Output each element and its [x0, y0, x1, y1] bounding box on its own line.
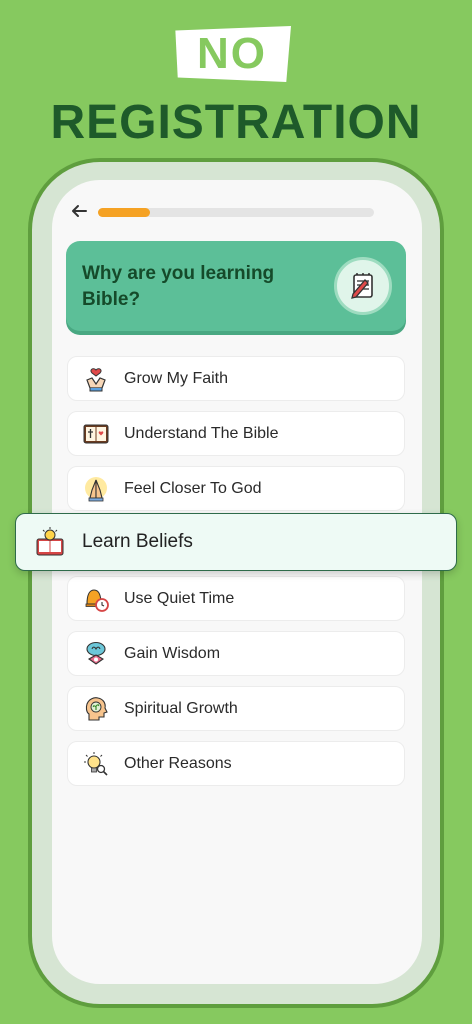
badge-text: NO	[197, 29, 267, 78]
option-use-quiet-time[interactable]: Use Quiet Time	[67, 576, 405, 621]
option-learn-beliefs[interactable]: Learn Beliefs	[15, 513, 457, 571]
no-badge: NO	[175, 26, 291, 82]
open-bible-icon	[82, 420, 110, 448]
head-sprout-icon	[82, 695, 110, 723]
question-card: Why are you learning Bible?	[66, 241, 406, 331]
option-label: Other Reasons	[124, 754, 232, 772]
book-lightbulb-icon	[34, 526, 66, 558]
option-label: Use Quiet Time	[124, 589, 235, 607]
option-label: Feel Closer To God	[124, 479, 262, 497]
bell-clock-icon	[82, 585, 110, 613]
option-label: Grow My Faith	[124, 369, 229, 387]
question-icon-badge	[334, 257, 392, 315]
option-other-reasons[interactable]: Other Reasons	[67, 741, 405, 786]
option-grow-my-faith[interactable]: Grow My Faith	[67, 356, 405, 401]
progress-fill	[98, 208, 151, 217]
arrow-left-icon	[72, 205, 87, 217]
praying-hands-heart-icon	[82, 365, 110, 393]
headline: REGISTRATION	[50, 96, 422, 149]
option-label: Learn Beliefs	[82, 531, 193, 552]
option-label: Gain Wisdom	[124, 644, 221, 662]
option-gain-wisdom[interactable]: Gain Wisdom	[67, 631, 405, 676]
progress-bar	[98, 208, 374, 217]
option-understand-the-bible[interactable]: Understand The Bible	[67, 411, 405, 456]
praying-hands-icon	[82, 475, 110, 503]
lightbulb-search-icon	[82, 750, 110, 778]
brain-idea-icon	[82, 640, 110, 668]
back-button[interactable]	[68, 202, 90, 224]
question-title: Why are you learning Bible?	[82, 263, 275, 310]
option-feel-closer-to-god[interactable]: Feel Closer To God	[67, 466, 405, 511]
notebook-pencil-icon	[351, 273, 373, 299]
option-spiritual-growth[interactable]: Spiritual Growth	[67, 686, 405, 731]
option-label: Spiritual Growth	[124, 699, 238, 717]
option-label: Understand The Bible	[124, 424, 279, 442]
